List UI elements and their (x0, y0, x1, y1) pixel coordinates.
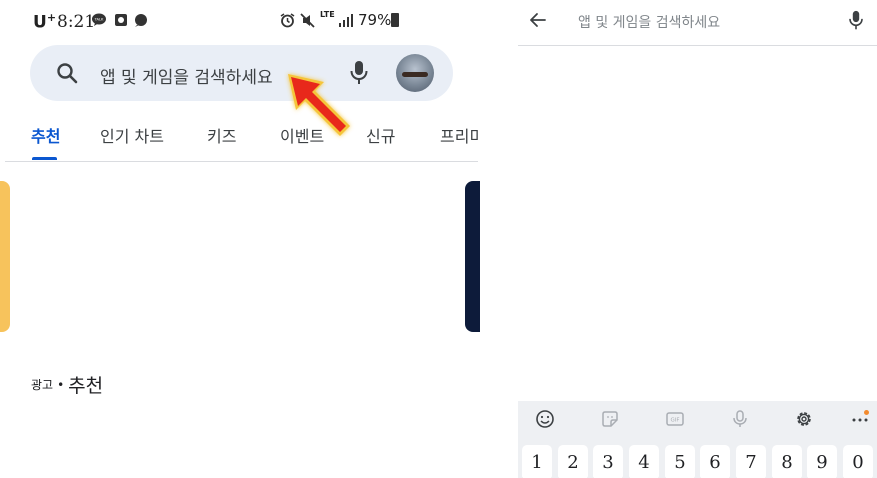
ad-label: 광고 (31, 378, 54, 392)
ad-section-header: 광고 • 추천 (31, 371, 103, 398)
mic-icon[interactable] (848, 10, 864, 31)
featured-card-right[interactable] (465, 181, 480, 332)
gif-icon[interactable]: GIF (665, 409, 685, 429)
key-6[interactable]: 6 (700, 445, 730, 478)
keyboard-toolbar: GIF (518, 401, 877, 437)
alarm-icon (280, 13, 295, 28)
search-divider (518, 45, 877, 46)
key-0[interactable]: 0 (843, 445, 873, 478)
key-1[interactable]: 1 (522, 445, 552, 478)
tab-recommended[interactable]: 추천 (31, 123, 60, 147)
tab-premium[interactable]: 프리미 (440, 123, 480, 147)
status-time: 8:21 (57, 12, 96, 32)
sticker-icon[interactable] (600, 409, 620, 429)
key-7[interactable]: 7 (736, 445, 766, 478)
key-4[interactable]: 4 (629, 445, 659, 478)
search-screen: 앱 및 게임을 검색하세요 GIF 1 2 3 4 5 6 7 8 9 0 (518, 0, 877, 478)
message-notification-icon (135, 14, 147, 27)
emoji-icon[interactable] (535, 409, 555, 429)
battery-icon (391, 13, 399, 27)
keyboard: GIF 1 2 3 4 5 6 7 8 9 0 (518, 401, 877, 478)
gif-label: GIF (670, 418, 679, 424)
featured-card-left[interactable] (0, 181, 10, 332)
arrow-back-icon[interactable] (529, 11, 547, 29)
talk-notification-icon: TALK (92, 13, 106, 26)
active-tab-indicator (32, 157, 57, 160)
key-8[interactable]: 8 (772, 445, 802, 478)
search-input[interactable]: 앱 및 게임을 검색하세요 (578, 12, 720, 32)
category-tabs: 추천 인기 차트 키즈 이벤트 신규 프리미 (0, 118, 480, 162)
key-3[interactable]: 3 (593, 445, 623, 478)
search-icon (57, 63, 78, 84)
mute-icon (300, 13, 315, 28)
tab-events[interactable]: 이벤트 (280, 123, 324, 147)
notification-dot (864, 410, 869, 415)
tab-top-charts[interactable]: 인기 차트 (100, 123, 164, 147)
signal-icon (339, 14, 353, 27)
svg-text:TALK: TALK (94, 18, 104, 22)
search-placeholder: 앱 및 게임을 검색하세요 (100, 68, 273, 88)
battery-percent: 79% (358, 11, 392, 29)
app-notification-icon (115, 14, 127, 26)
lte-indicator: LTE (320, 10, 335, 19)
avatar[interactable] (396, 54, 434, 92)
number-row: 1 2 3 4 5 6 7 8 9 0 (518, 445, 877, 478)
key-2[interactable]: 2 (558, 445, 588, 478)
key-9[interactable]: 9 (807, 445, 837, 478)
tab-kids[interactable]: 키즈 (207, 123, 236, 147)
tab-new[interactable]: 신규 (366, 123, 395, 147)
key-5[interactable]: 5 (665, 445, 695, 478)
status-bar: U+ 8:21 TALK LTE 79% (0, 0, 480, 40)
search-bar[interactable]: 앱 및 게임을 검색하세요 (30, 45, 453, 101)
voice-icon[interactable] (730, 409, 750, 429)
settings-icon[interactable] (794, 409, 814, 429)
ad-separator: • (57, 377, 65, 392)
carrier-label: U+ (33, 11, 57, 33)
tabs-divider (5, 161, 478, 162)
ad-section-title: 추천 (68, 375, 104, 397)
play-store-home-screen: U+ 8:21 TALK LTE 79% 앱 및 게임을 검색하세요 추천 인기… (0, 0, 480, 478)
